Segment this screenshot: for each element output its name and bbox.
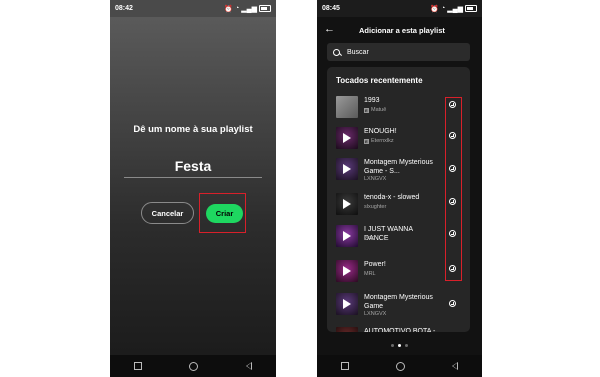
search-icon: [333, 48, 340, 56]
system-nav-bar: [317, 355, 482, 377]
artist-name: MRL: [364, 271, 376, 277]
track-artist: LXNGVX: [364, 176, 386, 182]
status-bar: 08:45 ⏰ ◔ ▂▄▆: [317, 0, 482, 17]
track-title: Montagem Mysterious Game: [364, 294, 433, 310]
play-icon: [343, 299, 351, 309]
header-title: Adicionar a esta playlist: [359, 26, 445, 35]
recents-icon[interactable]: [340, 362, 349, 370]
search-label: Buscar: [347, 48, 369, 56]
home-icon[interactable]: [189, 361, 199, 371]
add-circle-icon[interactable]: [449, 300, 456, 307]
highlight-add-buttons: [445, 97, 462, 281]
playlist-name-input[interactable]: [124, 158, 262, 174]
input-underline: [124, 177, 262, 178]
wifi-icon: ◔: [235, 5, 240, 12]
signal-icon: ▂▄▆: [241, 5, 257, 13]
artist-name: Eternxlkz: [371, 138, 394, 144]
battery-icon: [465, 5, 477, 12]
track-title: 1993: [364, 97, 380, 104]
album-cover: [336, 260, 358, 282]
back-arrow-icon[interactable]: ←: [324, 24, 335, 35]
track-title: I JUST WANNA DANCE: [364, 226, 413, 242]
page-dot: [405, 344, 408, 347]
album-cover: [336, 193, 358, 215]
recents-icon[interactable]: [133, 362, 142, 370]
system-nav-bar: [110, 355, 276, 377]
track-artist: 2KE: [364, 236, 374, 242]
track-artist: MRL: [364, 271, 376, 277]
back-icon[interactable]: [246, 362, 253, 370]
track-title: ENOUGH!: [364, 128, 397, 135]
artist-name: slxughter: [364, 204, 387, 210]
status-time: 08:45: [322, 5, 340, 12]
explicit-badge: E: [364, 107, 369, 113]
play-icon: [343, 231, 351, 241]
search-bar[interactable]: Buscar: [327, 43, 470, 61]
play-icon: [343, 199, 351, 209]
track-artist: slxughter: [364, 204, 386, 210]
wifi-icon: ◔: [441, 5, 446, 12]
track-artist: E Matuê: [364, 107, 386, 113]
album-cover: [336, 127, 358, 149]
play-icon: [343, 164, 351, 174]
track-row[interactable]: Montagem Mysterious Game LXNGVX: [327, 291, 470, 321]
track-artist: E Eternxlkz: [364, 138, 394, 144]
status-bar: 08:42 ⏰ ◔ ▂▄▆: [110, 0, 276, 17]
artist-name: LXNGVX: [364, 311, 387, 317]
album-cover: [336, 158, 358, 180]
highlight-create-button: [199, 193, 246, 233]
track-row[interactable]: AUTOMOTIVO BOTA - ...: [327, 325, 470, 332]
artist-name: Matuê: [371, 107, 387, 113]
status-time: 08:42: [115, 5, 133, 12]
album-cover: [336, 96, 358, 118]
section-title: Tocados recentemente: [336, 76, 423, 85]
home-icon[interactable]: [395, 361, 405, 371]
alarm-icon: ⏰: [224, 5, 234, 13]
artist-name: 2KE: [364, 236, 375, 242]
album-cover: [336, 293, 358, 315]
track-title: Montagem Mysterious Game - S...: [364, 159, 433, 175]
track-title: AUTOMOTIVO BOTA - ...: [364, 328, 436, 332]
album-cover: [336, 225, 358, 247]
play-icon: [343, 266, 351, 276]
track-artist: LXNGVX: [364, 311, 386, 317]
page-dot: [398, 344, 401, 347]
play-icon: [343, 133, 351, 143]
name-playlist-screen: 08:42 ⏰ ◔ ▂▄▆ Dê um nome à sua playlist …: [110, 0, 276, 377]
cancel-button[interactable]: Cancelar: [141, 202, 194, 224]
page-dot: [391, 344, 394, 347]
artist-name: LXNGVX: [364, 176, 387, 182]
explicit-badge: E: [364, 138, 369, 144]
track-title: Power!: [364, 261, 386, 268]
page-indicator: [317, 344, 482, 347]
alarm-icon: ⏰: [430, 5, 440, 13]
signal-icon: ▂▄▆: [447, 5, 463, 13]
track-title: tenoda-x - slowed: [364, 194, 420, 201]
battery-icon: [259, 5, 271, 12]
album-cover: [336, 327, 358, 332]
back-icon[interactable]: [452, 362, 459, 370]
header: ← Adicionar a esta playlist: [317, 17, 482, 42]
page-title: Dê um nome à sua playlist: [133, 124, 253, 135]
